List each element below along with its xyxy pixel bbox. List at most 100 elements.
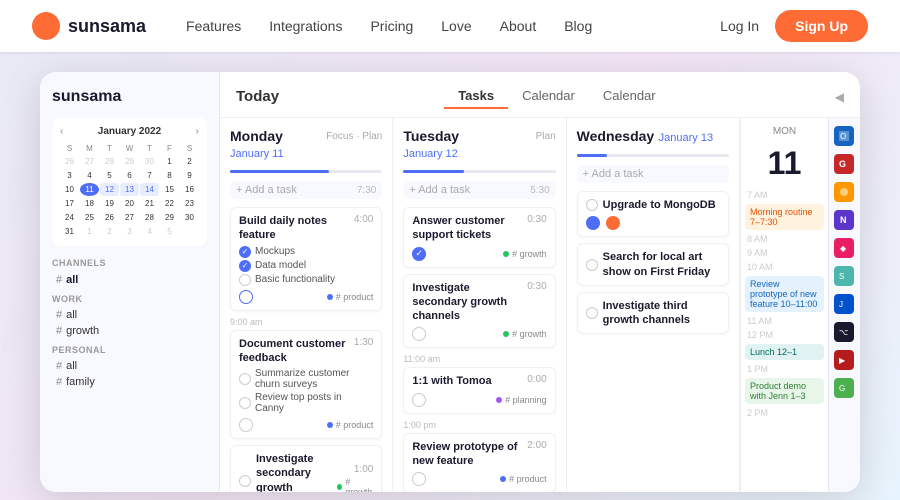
cal-day[interactable]: 8 xyxy=(160,169,179,182)
tab-calendar-2[interactable]: Calendar xyxy=(589,84,670,109)
task-tag-pill: # planning xyxy=(496,395,547,405)
task-time: 4:00 xyxy=(354,214,373,225)
channel-hash: # xyxy=(56,309,62,321)
app-icon-github[interactable]: ⌥ xyxy=(834,322,854,342)
channel-hash: # xyxy=(56,325,62,337)
tab-calendar-1[interactable]: Calendar xyxy=(508,84,589,109)
app-icon-4[interactable]: ◆ xyxy=(834,238,854,258)
cal-day[interactable]: 2 xyxy=(180,155,199,168)
cal-day[interactable]: 10 xyxy=(60,183,79,196)
signup-button[interactable]: Sign Up xyxy=(775,10,868,42)
top-bar: Today Tasks Calendar Calendar ◀ xyxy=(220,72,860,118)
nav-about[interactable]: About xyxy=(500,18,537,34)
nav-blog[interactable]: Blog xyxy=(564,18,592,34)
app-icon-slack[interactable]: S xyxy=(834,266,854,286)
channel-family[interactable]: # family xyxy=(52,374,207,390)
monday-task-1[interactable]: Build daily notes feature 4:00 ✓ Mockups… xyxy=(230,207,382,311)
app-icon-gmail[interactable]: G xyxy=(834,154,854,174)
task-tag-pill: # growth xyxy=(503,329,547,339)
cal-day[interactable]: 12 xyxy=(100,183,119,196)
nav-pricing[interactable]: Pricing xyxy=(370,18,413,34)
cal-next-button[interactable]: › xyxy=(196,126,199,137)
tuesday-task-1[interactable]: Answer customer support tickets 0:30 ✓ #… xyxy=(403,207,555,268)
monday-task-2[interactable]: Document customer feedback 1:30 Summariz… xyxy=(230,330,382,440)
cal-day[interactable]: 18 xyxy=(80,197,99,210)
cal-day[interactable]: 16 xyxy=(180,183,199,196)
cal-day[interactable]: 23 xyxy=(180,197,199,210)
cal-day[interactable]: 24 xyxy=(60,211,79,224)
cal-day[interactable]: 7 xyxy=(140,169,159,182)
tuesday-task-3[interactable]: 1:1 with Tomoa 0:00 # planning xyxy=(403,367,555,413)
cal-day[interactable]: 17 xyxy=(60,197,79,210)
cal-day[interactable]: 29 xyxy=(120,155,139,168)
wednesday-task-1[interactable]: Upgrade to MongoDB xyxy=(577,191,729,237)
monday-task-3[interactable]: Investigate secondary growth channels 1:… xyxy=(230,445,382,492)
cal-day[interactable]: 26 xyxy=(60,155,79,168)
cal-day[interactable]: 30 xyxy=(180,211,199,224)
cal-event-review[interactable]: Review prototype of new feature 10–11:00 xyxy=(745,276,824,312)
wednesday-name: Wednesday xyxy=(577,128,655,144)
cal-event-morning[interactable]: Morning routine 7–7:30 xyxy=(745,204,824,230)
cal-day[interactable]: 4 xyxy=(140,225,159,238)
cal-day[interactable]: 2 xyxy=(100,225,119,238)
channel-work-all[interactable]: # all xyxy=(52,307,207,323)
app-icon-notion[interactable]: N xyxy=(834,210,854,230)
monday-add-task[interactable]: + Add a task 7:30 xyxy=(230,181,382,199)
cal-day[interactable]: 6 xyxy=(120,169,139,182)
tuesday-add-task[interactable]: + Add a task 5:30 xyxy=(403,181,555,199)
cal-day[interactable]: 5 xyxy=(160,225,179,238)
tuesday-task-2[interactable]: Investigate secondary growth channels 0:… xyxy=(403,274,555,349)
app-icon-outlook[interactable]: O xyxy=(834,126,854,146)
cal-day[interactable]: 31 xyxy=(60,225,79,238)
cal-day[interactable]: 9 xyxy=(180,169,199,182)
app-icon-jira[interactable]: J xyxy=(834,294,854,314)
app-icon-5[interactable]: ▶ xyxy=(834,350,854,370)
cal-day[interactable]: 22 xyxy=(160,197,179,210)
cal-event-product-demo[interactable]: Product demo with Jenn 1–3 xyxy=(745,378,824,404)
collapse-button[interactable]: ◀ xyxy=(835,90,844,104)
cal-day[interactable]: 19 xyxy=(100,197,119,210)
channel-growth[interactable]: # growth xyxy=(52,323,207,339)
cal-day[interactable]: 27 xyxy=(120,211,139,224)
tuesday-add-task-text: + Add a task xyxy=(409,184,470,196)
nav-integrations[interactable]: Integrations xyxy=(269,18,342,34)
cal-day[interactable]: 20 xyxy=(120,197,139,210)
cal-day[interactable]: 28 xyxy=(140,211,159,224)
cal-day[interactable]: 26 xyxy=(100,211,119,224)
time-slot-10am: 10 AM xyxy=(745,262,824,272)
cal-day-today[interactable]: 11 xyxy=(80,183,99,196)
cal-day[interactable]: 1 xyxy=(160,155,179,168)
cal-event-lunch[interactable]: Lunch 12–1 xyxy=(745,344,824,360)
wednesday-add-task[interactable]: + Add a task xyxy=(577,165,729,183)
task-sub-item: Review top posts in Canny xyxy=(239,392,373,414)
app-icon-3[interactable] xyxy=(834,182,854,202)
cal-day[interactable]: 1 xyxy=(80,225,99,238)
cal-day[interactable]: 27 xyxy=(80,155,99,168)
cal-day[interactable]: 3 xyxy=(60,169,79,182)
cal-day[interactable]: 5 xyxy=(100,169,119,182)
app-icon-google[interactable]: G xyxy=(834,378,854,398)
channel-all[interactable]: # all xyxy=(52,272,207,288)
tab-tasks[interactable]: Tasks xyxy=(444,84,508,109)
cal-prev-button[interactable]: ‹ xyxy=(60,126,63,137)
wednesday-task-2[interactable]: Search for local art show on First Frida… xyxy=(577,243,729,286)
wednesday-task-3[interactable]: Investigate third growth channels xyxy=(577,292,729,335)
channel-personal-all[interactable]: # all xyxy=(52,358,207,374)
nav-features[interactable]: Features xyxy=(186,18,241,34)
cal-day[interactable]: 29 xyxy=(160,211,179,224)
task-footer: # growth xyxy=(412,327,546,341)
cal-day[interactable]: 30 xyxy=(140,155,159,168)
nav-love[interactable]: Love xyxy=(441,18,471,34)
cal-day[interactable]: 13 xyxy=(120,183,139,196)
tuesday-task-4[interactable]: Review prototype of new feature 2:00 # p… xyxy=(403,433,555,492)
logo[interactable]: sunsama xyxy=(32,12,146,40)
cal-day[interactable]: 4 xyxy=(80,169,99,182)
login-button[interactable]: Log In xyxy=(720,18,759,34)
cal-day[interactable]: 15 xyxy=(160,183,179,196)
cal-day[interactable]: 14 xyxy=(140,183,159,196)
cal-day[interactable]: 21 xyxy=(140,197,159,210)
cal-day[interactable]: 3 xyxy=(120,225,139,238)
task-tag-pill: # product xyxy=(327,420,374,430)
cal-day[interactable]: 28 xyxy=(100,155,119,168)
cal-day[interactable]: 25 xyxy=(80,211,99,224)
